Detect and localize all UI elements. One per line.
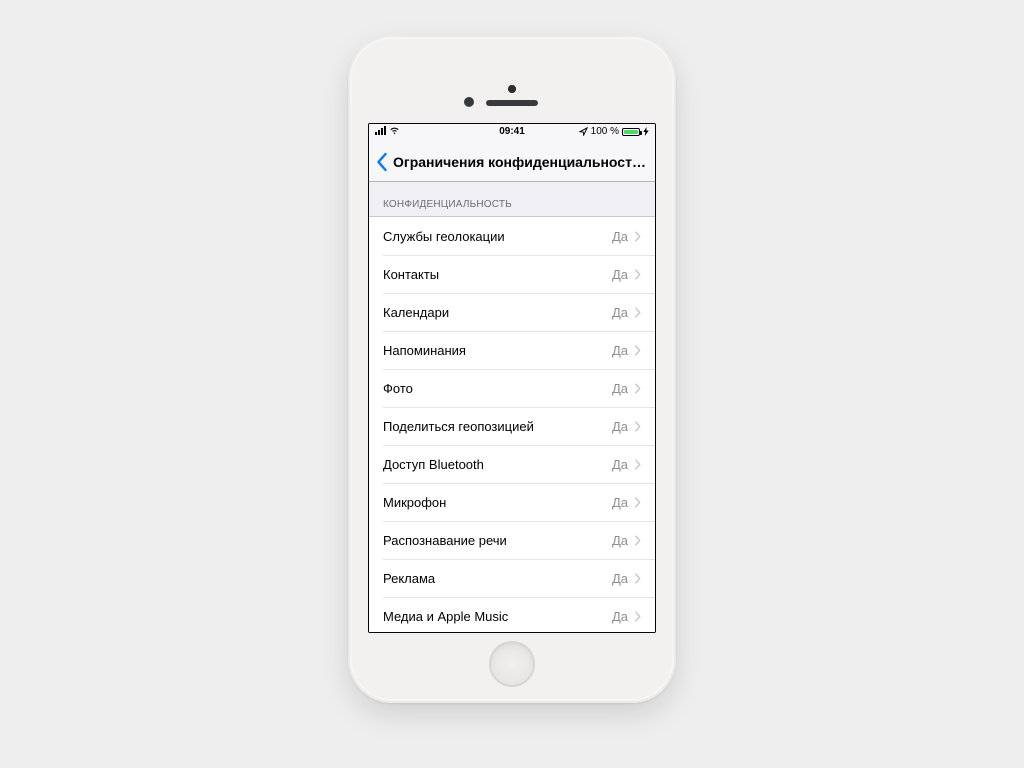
privacy-row[interactable]: КалендариДа — [369, 293, 655, 331]
wifi-icon — [389, 126, 400, 135]
proximity-sensor — [508, 85, 516, 93]
row-value: Да — [612, 343, 628, 358]
row-label: Медиа и Apple Music — [383, 609, 612, 624]
row-value: Да — [612, 609, 628, 624]
privacy-row[interactable]: Службы геолокацииДа — [369, 217, 655, 255]
privacy-row[interactable]: НапоминанияДа — [369, 331, 655, 369]
row-value: Да — [612, 305, 628, 320]
row-value: Да — [612, 571, 628, 586]
privacy-row[interactable]: Доступ BluetoothДа — [369, 445, 655, 483]
status-time: 09:41 — [499, 126, 525, 137]
privacy-row[interactable]: РекламаДа — [369, 559, 655, 597]
row-label: Календари — [383, 305, 612, 320]
chevron-right-icon — [634, 307, 641, 318]
status-bar: 09:41 100 % — [369, 124, 655, 142]
row-value: Да — [612, 381, 628, 396]
row-value: Да — [612, 229, 628, 244]
section-header-privacy: КОНФИДЕНЦИАЛЬНОСТЬ — [369, 182, 655, 216]
location-arrow-icon — [579, 127, 588, 136]
chevron-right-icon — [634, 535, 641, 546]
chevron-right-icon — [634, 497, 641, 508]
chevron-right-icon — [634, 573, 641, 584]
screen: 09:41 100 % Ограничения конфиденциальнос… — [368, 123, 656, 633]
chevron-right-icon — [634, 345, 641, 356]
row-label: Поделиться геопозицией — [383, 419, 612, 434]
privacy-row[interactable]: МикрофонДа — [369, 483, 655, 521]
row-value: Да — [612, 533, 628, 548]
cellular-signal-icon — [375, 126, 386, 135]
nav-title: Ограничения конфиденциальности и... — [393, 154, 649, 170]
chevron-right-icon — [634, 611, 641, 622]
privacy-row[interactable]: Распознавание речиДа — [369, 521, 655, 559]
privacy-row[interactable]: Медиа и Apple MusicДа — [369, 597, 655, 633]
back-button[interactable] — [375, 152, 388, 172]
row-value: Да — [612, 495, 628, 510]
earpiece-speaker — [486, 100, 538, 106]
row-label: Доступ Bluetooth — [383, 457, 612, 472]
chevron-right-icon — [634, 383, 641, 394]
charging-bolt-icon — [643, 127, 649, 136]
device-frame: 09:41 100 % Ограничения конфиденциальнос… — [348, 35, 676, 703]
chevron-right-icon — [634, 421, 641, 432]
chevron-right-icon — [634, 459, 641, 470]
row-value: Да — [612, 419, 628, 434]
front-camera — [464, 97, 474, 107]
row-label: Распознавание речи — [383, 533, 612, 548]
row-label: Напоминания — [383, 343, 612, 358]
privacy-list: Службы геолокацииДаКонтактыДаКалендариДа… — [369, 216, 655, 633]
chevron-right-icon — [634, 231, 641, 242]
row-value: Да — [612, 267, 628, 282]
home-button[interactable] — [489, 641, 535, 687]
privacy-row[interactable]: Поделиться геопозициейДа — [369, 407, 655, 445]
chevron-right-icon — [634, 269, 641, 280]
row-value: Да — [612, 457, 628, 472]
row-label: Службы геолокации — [383, 229, 612, 244]
nav-bar: Ограничения конфиденциальности и... — [369, 142, 655, 182]
row-label: Микрофон — [383, 495, 612, 510]
row-label: Фото — [383, 381, 612, 396]
privacy-row[interactable]: ФотоДа — [369, 369, 655, 407]
row-label: Контакты — [383, 267, 612, 282]
status-battery-pct: 100 % — [591, 126, 619, 137]
battery-icon — [622, 128, 640, 136]
privacy-row[interactable]: КонтактыДа — [369, 255, 655, 293]
row-label: Реклама — [383, 571, 612, 586]
